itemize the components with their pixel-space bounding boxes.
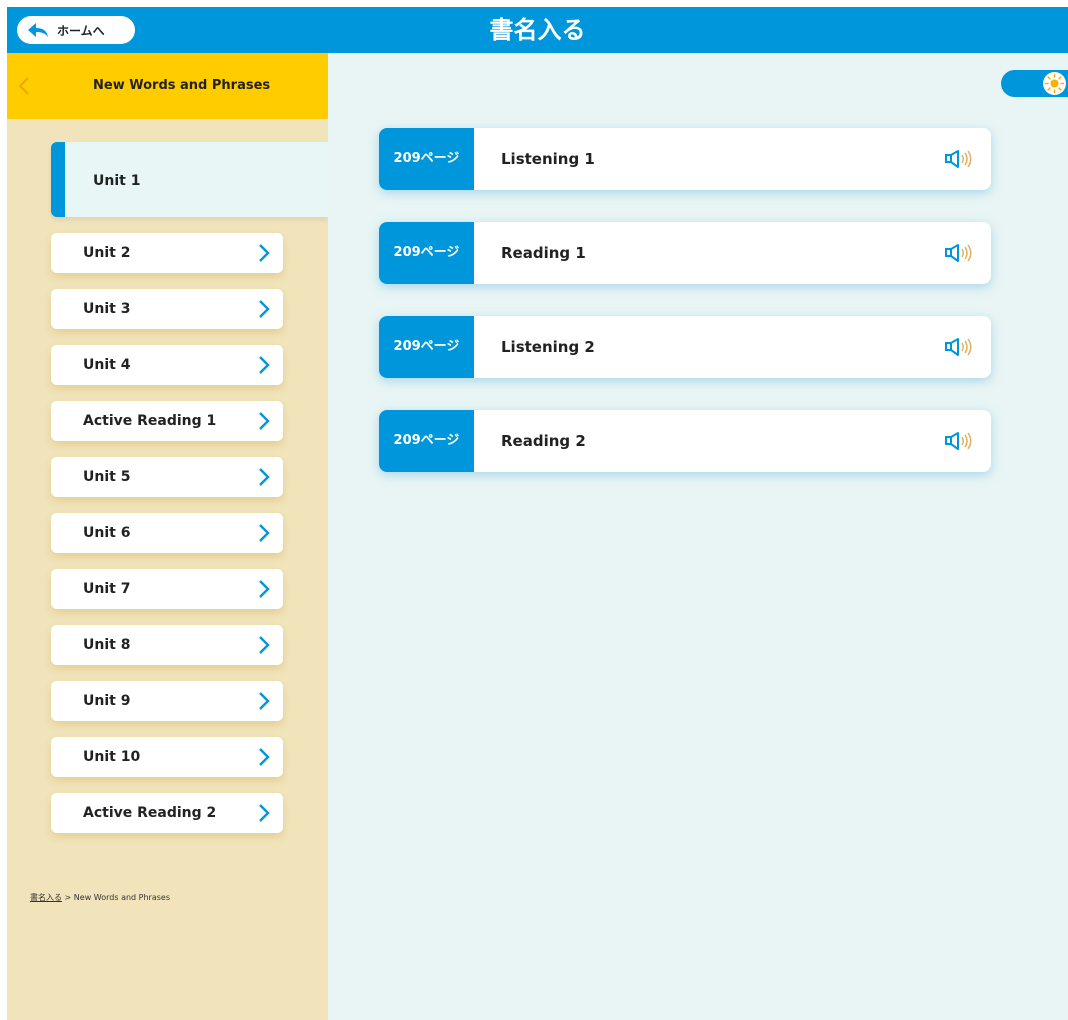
- item-title: Reading 2: [501, 432, 586, 450]
- sidebar-item-unit-8[interactable]: Unit 8: [51, 625, 283, 665]
- page-label: 209ページ: [379, 222, 474, 284]
- chevron-right-icon: [259, 524, 270, 542]
- audio-item-reading-2[interactable]: 209ページ Reading 2: [379, 410, 991, 472]
- page-label: 209ページ: [379, 316, 474, 378]
- back-arrow-icon: [28, 23, 48, 37]
- chevron-right-icon: [259, 692, 270, 710]
- speaker-icon[interactable]: [945, 243, 977, 263]
- sidebar-item-unit-7[interactable]: Unit 7: [51, 569, 283, 609]
- sidebar-item-label: Unit 9: [83, 693, 131, 709]
- sidebar-item-label: Unit 1: [93, 173, 141, 189]
- chevron-right-icon: [259, 580, 270, 598]
- breadcrumb: 書名入る > New Words and Phrases: [30, 892, 170, 903]
- sidebar-item-label: Unit 10: [83, 749, 141, 765]
- item-title: Listening 1: [501, 150, 595, 168]
- home-button[interactable]: ホームへ: [17, 16, 135, 44]
- sidebar-item-label: Unit 5: [83, 469, 131, 485]
- sidebar-item-label: Unit 6: [83, 525, 131, 541]
- sidebar-item-unit-5[interactable]: Unit 5: [51, 457, 283, 497]
- breadcrumb-separator: >: [64, 893, 72, 902]
- audio-item-reading-1[interactable]: 209ページ Reading 1: [379, 222, 991, 284]
- sidebar-item-label: Unit 4: [83, 357, 131, 373]
- top-header: 書名入る ホームへ: [7, 7, 1068, 53]
- display-mode-toggle[interactable]: [1001, 70, 1068, 97]
- speaker-icon[interactable]: [945, 149, 977, 169]
- sidebar-header: New Words and Phrases: [7, 53, 328, 119]
- chevron-right-icon: [259, 244, 270, 262]
- page-title: 書名入る: [489, 16, 586, 44]
- chevron-right-icon: [259, 356, 270, 374]
- speaker-icon[interactable]: [945, 337, 977, 357]
- page-label: 209ページ: [379, 128, 474, 190]
- sidebar-item-label: Active Reading 1: [83, 413, 217, 429]
- sidebar-item-label: Unit 2: [83, 245, 131, 261]
- chevron-right-icon: [259, 748, 270, 766]
- page-label: 209ページ: [379, 410, 474, 472]
- sidebar-item-active-reading-1[interactable]: Active Reading 1: [51, 401, 283, 441]
- sidebar-item-label: Active Reading 2: [83, 805, 217, 821]
- sidebar-item-unit-10[interactable]: Unit 10: [51, 737, 283, 777]
- breadcrumb-link-book[interactable]: 書名入る: [30, 893, 62, 902]
- chevron-left-icon[interactable]: [17, 75, 31, 97]
- breadcrumb-current: New Words and Phrases: [73, 893, 170, 902]
- sun-icon: [1043, 72, 1066, 95]
- speaker-icon[interactable]: [945, 431, 977, 451]
- audio-item-listening-2[interactable]: 209ページ Listening 2: [379, 316, 991, 378]
- sidebar-item-unit-6[interactable]: Unit 6: [51, 513, 283, 553]
- chevron-right-icon: [259, 636, 270, 654]
- sidebar-item-unit-3[interactable]: Unit 3: [51, 289, 283, 329]
- sidebar-item-label: Unit 3: [83, 301, 131, 317]
- item-title: Listening 2: [501, 338, 595, 356]
- chevron-right-icon: [259, 468, 270, 486]
- chevron-right-icon: [259, 412, 270, 430]
- chevron-right-icon: [259, 300, 270, 318]
- sidebar-item-active-reading-2[interactable]: Active Reading 2: [51, 793, 283, 833]
- sidebar-title: New Words and Phrases: [93, 78, 271, 93]
- sidebar-item-unit-4[interactable]: Unit 4: [51, 345, 283, 385]
- sidebar: New Words and Phrases Unit 1 Unit 2 Unit…: [7, 53, 328, 1020]
- sidebar-item-label: Unit 8: [83, 637, 131, 653]
- sidebar-item-label: Unit 7: [83, 581, 131, 597]
- home-button-label: ホームへ: [57, 23, 105, 38]
- audio-item-listening-1[interactable]: 209ページ Listening 1: [379, 128, 991, 190]
- item-title: Reading 1: [501, 244, 586, 262]
- chevron-right-icon: [259, 804, 270, 822]
- sidebar-item-unit-2[interactable]: Unit 2: [51, 233, 283, 273]
- main-content: 209ページ Listening 1 209ページ Reading 1 209ペ…: [328, 53, 1068, 1020]
- sidebar-item-unit-9[interactable]: Unit 9: [51, 681, 283, 721]
- sidebar-item-unit-1[interactable]: Unit 1: [51, 142, 328, 217]
